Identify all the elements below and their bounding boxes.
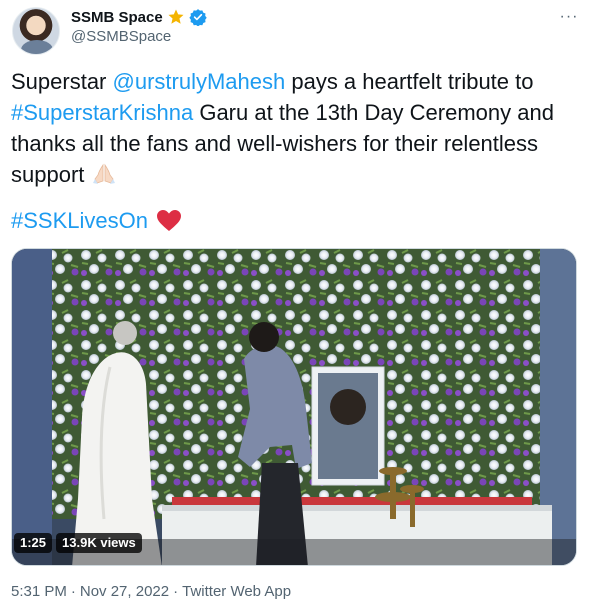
hashtag-link[interactable]: #SSKLivesOn [11, 205, 148, 236]
meta-separator: · [173, 583, 179, 600]
tweet-text: Superstar @urstrulyMahesh pays a heartfe… [11, 66, 586, 190]
author-handle[interactable]: @SSMBSpace [71, 28, 171, 45]
hashtag-link[interactable]: #SuperstarKrishna [11, 100, 193, 125]
author-name-row: SSMB Space [71, 7, 207, 27]
tweet-time[interactable]: 5:31 PM [11, 583, 67, 600]
video-thumbnail [12, 249, 576, 565]
video-overlay: 1:25 13.9K views [14, 533, 142, 553]
tweet-card: SSMB Space @SSMBSpace ··· Superstar @urs… [0, 0, 595, 602]
author-avatar[interactable] [12, 7, 60, 55]
tweet-date[interactable]: Nov 27, 2022 [80, 583, 169, 600]
more-options-icon[interactable]: ··· [556, 4, 582, 30]
avatar-shirt [21, 40, 53, 54]
tweet-text-part: Superstar [11, 69, 113, 94]
hashtag-line: #SSKLivesOn [11, 205, 182, 236]
folded-hands-icon [92, 163, 115, 184]
video-duration: 1:25 [14, 533, 53, 553]
tweet-meta: 5:31 PM · Nov 27, 2022 · Twitter Web App [11, 583, 291, 600]
video-views: 13.9K views [56, 533, 142, 553]
tweet-text-part: pays a heartfelt tribute to [285, 69, 534, 94]
author-display-name[interactable]: SSMB Space [71, 9, 163, 26]
video-player[interactable] [11, 248, 577, 566]
star-icon [168, 9, 184, 24]
meta-separator: · [70, 583, 76, 600]
mention-link[interactable]: @urstrulyMahesh [113, 69, 286, 94]
tweet-source[interactable]: Twitter Web App [182, 583, 291, 600]
red-heart-icon [156, 209, 181, 231]
verified-icon [189, 9, 207, 26]
